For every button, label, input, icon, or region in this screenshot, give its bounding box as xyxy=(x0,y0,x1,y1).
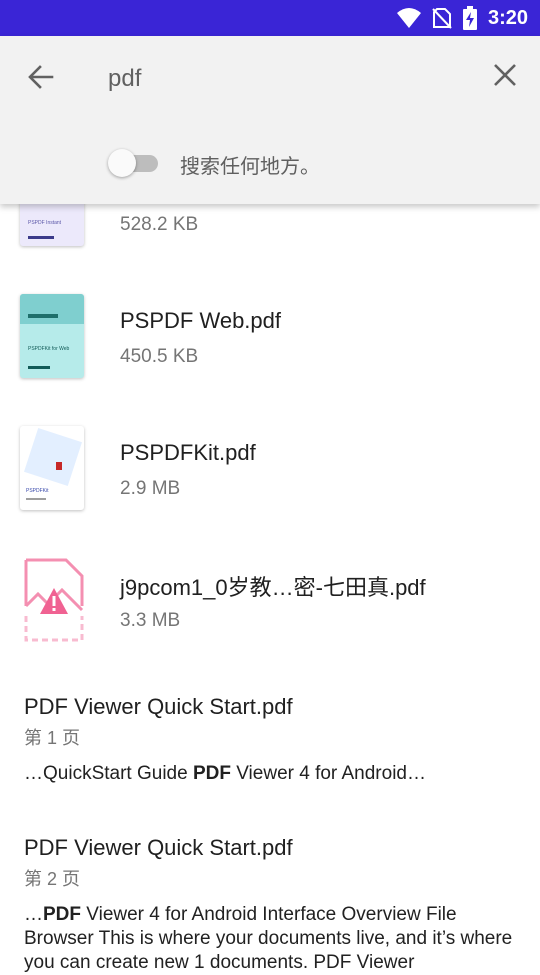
toggle-label: 搜索任何地方。 xyxy=(180,156,320,178)
file-item[interactable]: j9pcom1_0岁教…密-七田真.pdf 3.3 MB xyxy=(0,546,540,658)
file-size: 450.5 KB xyxy=(120,346,199,367)
file-size: 2.9 MB xyxy=(120,478,181,499)
wifi-icon xyxy=(396,8,421,28)
back-button[interactable] xyxy=(24,60,58,94)
result-title: PDF Viewer Quick Start.pdf xyxy=(24,835,293,860)
file-size: 3.3 MB xyxy=(120,610,181,631)
no-sim-icon xyxy=(432,8,452,29)
file-name: PSPDF Web.pdf xyxy=(120,308,281,333)
result-title: PDF Viewer Quick Start.pdf xyxy=(24,694,293,719)
result-page: 第 2 页 xyxy=(24,869,81,889)
thumb-caption: PSPDFKit for Web xyxy=(28,346,70,352)
battery-charging-icon xyxy=(462,6,477,30)
status-bar: 3:20 xyxy=(0,0,540,36)
file-name: j9pcom1_0岁教…密-七田真.pdf xyxy=(120,575,426,600)
broken-file-icon xyxy=(22,556,86,642)
result-snippet: …PDF Viewer 4 for Android Interface Over… xyxy=(24,904,513,973)
search-result[interactable]: PDF Viewer Quick Start.pdf 第 2 页 …PDF Vi… xyxy=(24,835,524,975)
result-snippet: …QuickStart Guide PDF Viewer 4 for Andro… xyxy=(24,763,426,784)
status-time: 3:20 xyxy=(487,6,528,29)
thumb-caption: PSPDF Instant xyxy=(28,220,62,226)
file-size: 528.2 KB xyxy=(120,214,199,235)
thumb-caption: PSPDFKit xyxy=(26,488,49,494)
arrow-left-icon xyxy=(28,65,54,89)
clear-search-button[interactable] xyxy=(488,58,522,92)
result-page: 第 1 页 xyxy=(24,728,81,748)
file-name: PSPDFKit.pdf xyxy=(120,440,256,465)
file-thumbnail: PSPDFKit for Web xyxy=(20,294,84,378)
file-thumbnail: PSPDFKit xyxy=(20,426,84,510)
file-item[interactable]: PSPDFKit PSPDFKit.pdf 2.9 MB xyxy=(0,414,540,526)
search-panel: 搜索任何地方。 xyxy=(0,36,540,204)
close-icon xyxy=(494,64,516,86)
search-input[interactable] xyxy=(108,62,458,96)
search-result[interactable]: PDF Viewer Quick Start.pdf 第 1 页 …QuickS… xyxy=(24,694,524,786)
file-item[interactable]: PSPDFKit for Web PSPDF Web.pdf 450.5 KB xyxy=(0,282,540,394)
search-anywhere-toggle[interactable] xyxy=(108,149,160,177)
